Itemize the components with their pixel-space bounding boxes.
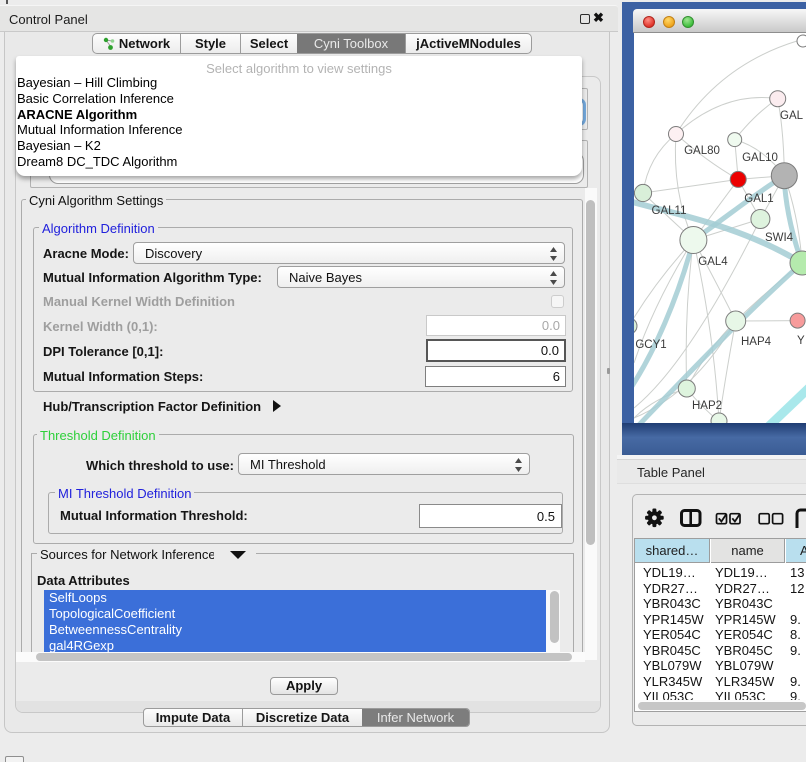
svg-text:GAL11: GAL11 <box>652 205 687 217</box>
svg-text:Y: Y <box>797 335 805 347</box>
svg-text:GAL4: GAL4 <box>698 256 728 268</box>
svg-text:HAP4: HAP4 <box>741 336 772 348</box>
svg-text:GAL10: GAL10 <box>742 152 778 164</box>
svg-text:GAL: GAL <box>780 110 804 122</box>
svg-text:GCY1: GCY1 <box>635 339 666 351</box>
svg-text:GAL1: GAL1 <box>744 193 773 205</box>
svg-text:HAP2: HAP2 <box>692 400 722 412</box>
svg-text:SWI4: SWI4 <box>765 232 794 244</box>
svg-text:GAL80: GAL80 <box>684 145 720 157</box>
